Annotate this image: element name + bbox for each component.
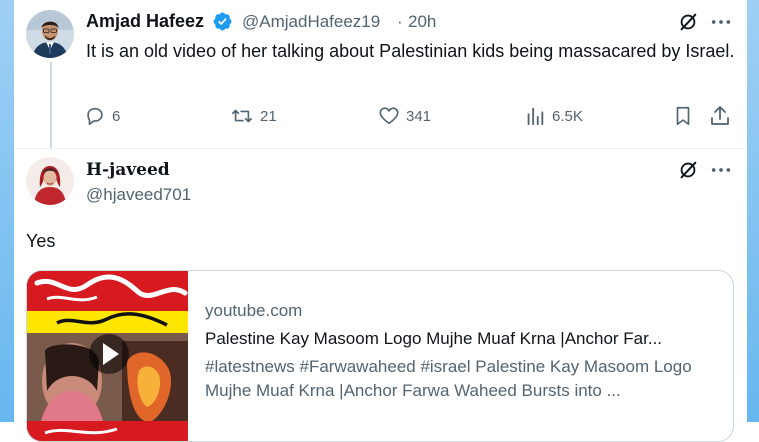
link-preview-card[interactable]: youtube.com Palestine Kay Masoom Logo Mu… — [26, 270, 734, 442]
link-domain: youtube.com — [205, 301, 303, 320]
share-icon[interactable] — [708, 104, 732, 128]
more-options-icon[interactable] — [710, 12, 732, 32]
thumbnail-image-icon — [27, 271, 188, 441]
bookmark-icon[interactable] — [672, 105, 694, 127]
retweet-button[interactable]: 21 — [230, 104, 277, 128]
retweet-count: 21 — [260, 107, 277, 125]
grok-icon[interactable] — [677, 159, 699, 181]
like-button[interactable]: 341 — [378, 104, 431, 128]
avatar[interactable] — [26, 10, 74, 58]
analytics-bars-icon — [527, 107, 544, 126]
reply-button[interactable]: 6 — [84, 104, 120, 128]
view-count: 6.5K — [552, 107, 583, 125]
grok-icon[interactable] — [677, 11, 699, 33]
author-handle[interactable]: @hjaveed701 — [86, 185, 191, 205]
author-name[interactable]: H-javeed — [86, 160, 170, 180]
divider — [14, 148, 747, 149]
avatar[interactable] — [26, 157, 74, 205]
tweet-thread: Amjad Hafeez @AmjadHafeez19 · 20h It is … — [14, 0, 747, 442]
tweet-text: Yes — [26, 231, 56, 251]
avatar-photo-icon — [26, 157, 74, 205]
avatar-photo-icon — [26, 10, 74, 58]
right-background-strip — [747, 0, 759, 422]
views-button[interactable]: 6.5K — [524, 104, 583, 128]
reply-icon — [87, 107, 103, 126]
author-name[interactable]: Amjad Hafeez — [86, 11, 204, 32]
link-description: #latestnews #Farwawaheed #israel Palesti… — [205, 357, 692, 400]
like-count: 341 — [406, 107, 432, 125]
thread-connector-line — [50, 62, 52, 148]
heart-icon — [379, 107, 399, 125]
tweet-text: It is an old video of her talking about … — [86, 41, 735, 61]
reply-count: 6 — [112, 107, 121, 125]
author-handle[interactable]: @AmjadHafeez19 — [242, 12, 380, 32]
timestamp[interactable]: 20h — [408, 12, 436, 32]
video-thumbnail[interactable] — [27, 271, 188, 441]
retweet-icon — [232, 109, 252, 123]
link-title: Palestine Kay Masoom Logo Mujhe Muaf Krn… — [205, 329, 663, 348]
verified-badge-icon — [213, 12, 232, 31]
separator-dot: · — [397, 12, 403, 31]
more-options-icon[interactable] — [710, 160, 732, 180]
left-background-strip — [0, 0, 14, 422]
